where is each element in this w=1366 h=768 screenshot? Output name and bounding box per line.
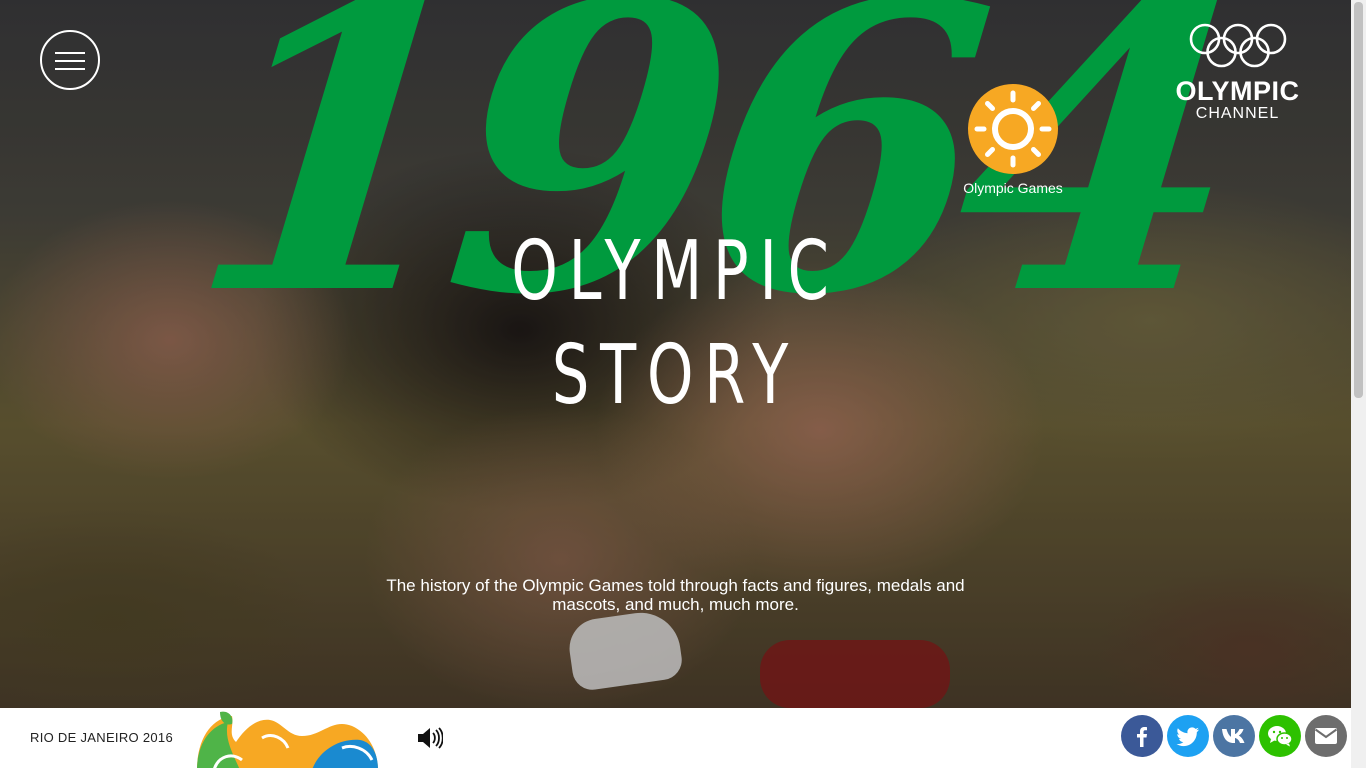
page-scrollbar[interactable] [1351,0,1366,768]
wechat-icon [1268,726,1293,747]
olympic-games-label: Olympic Games [963,180,1063,196]
share-email-button[interactable] [1305,715,1347,757]
speaker-volume-icon [418,727,444,749]
share-wechat-button[interactable] [1259,715,1301,757]
logo-line1: OLYMPIC [1175,76,1300,106]
scrollbar-thumb[interactable] [1354,2,1363,398]
hero-title: OLYMPIC STORY [0,220,1351,428]
vk-icon [1222,729,1245,743]
athlete-shoe [565,607,685,693]
twitter-icon [1176,727,1199,747]
hero-subtitle: The history of the Olympic Games told th… [386,576,965,614]
share-twitter-button[interactable] [1167,715,1209,757]
olympic-games-badge[interactable]: Olympic Games [963,84,1063,196]
email-icon [1314,728,1338,744]
edition-label: RIO DE JANEIRO 2016 [30,730,173,745]
share-facebook-button[interactable] [1121,715,1163,757]
olympic-channel-logo[interactable]: OLYMPIC CHANNEL [1160,22,1315,123]
facebook-icon [1137,727,1147,747]
sun-icon [974,90,1052,168]
logo-line2: CHANNEL [1195,105,1280,122]
hero-title-line2: STORY [551,328,800,423]
hamburger-menu-icon [55,52,85,54]
hero-title-line1: OLYMPIC [511,224,840,319]
bottom-bar: RIO DE JANEIRO 2016 [0,708,1351,768]
rio-2016-emblem [197,711,378,768]
athlete-shorts [760,640,950,708]
olympic-rings-icon [1189,23,1286,68]
sound-toggle-button[interactable] [415,725,444,751]
share-vk-button[interactable] [1213,715,1255,757]
menu-button[interactable] [40,30,100,90]
